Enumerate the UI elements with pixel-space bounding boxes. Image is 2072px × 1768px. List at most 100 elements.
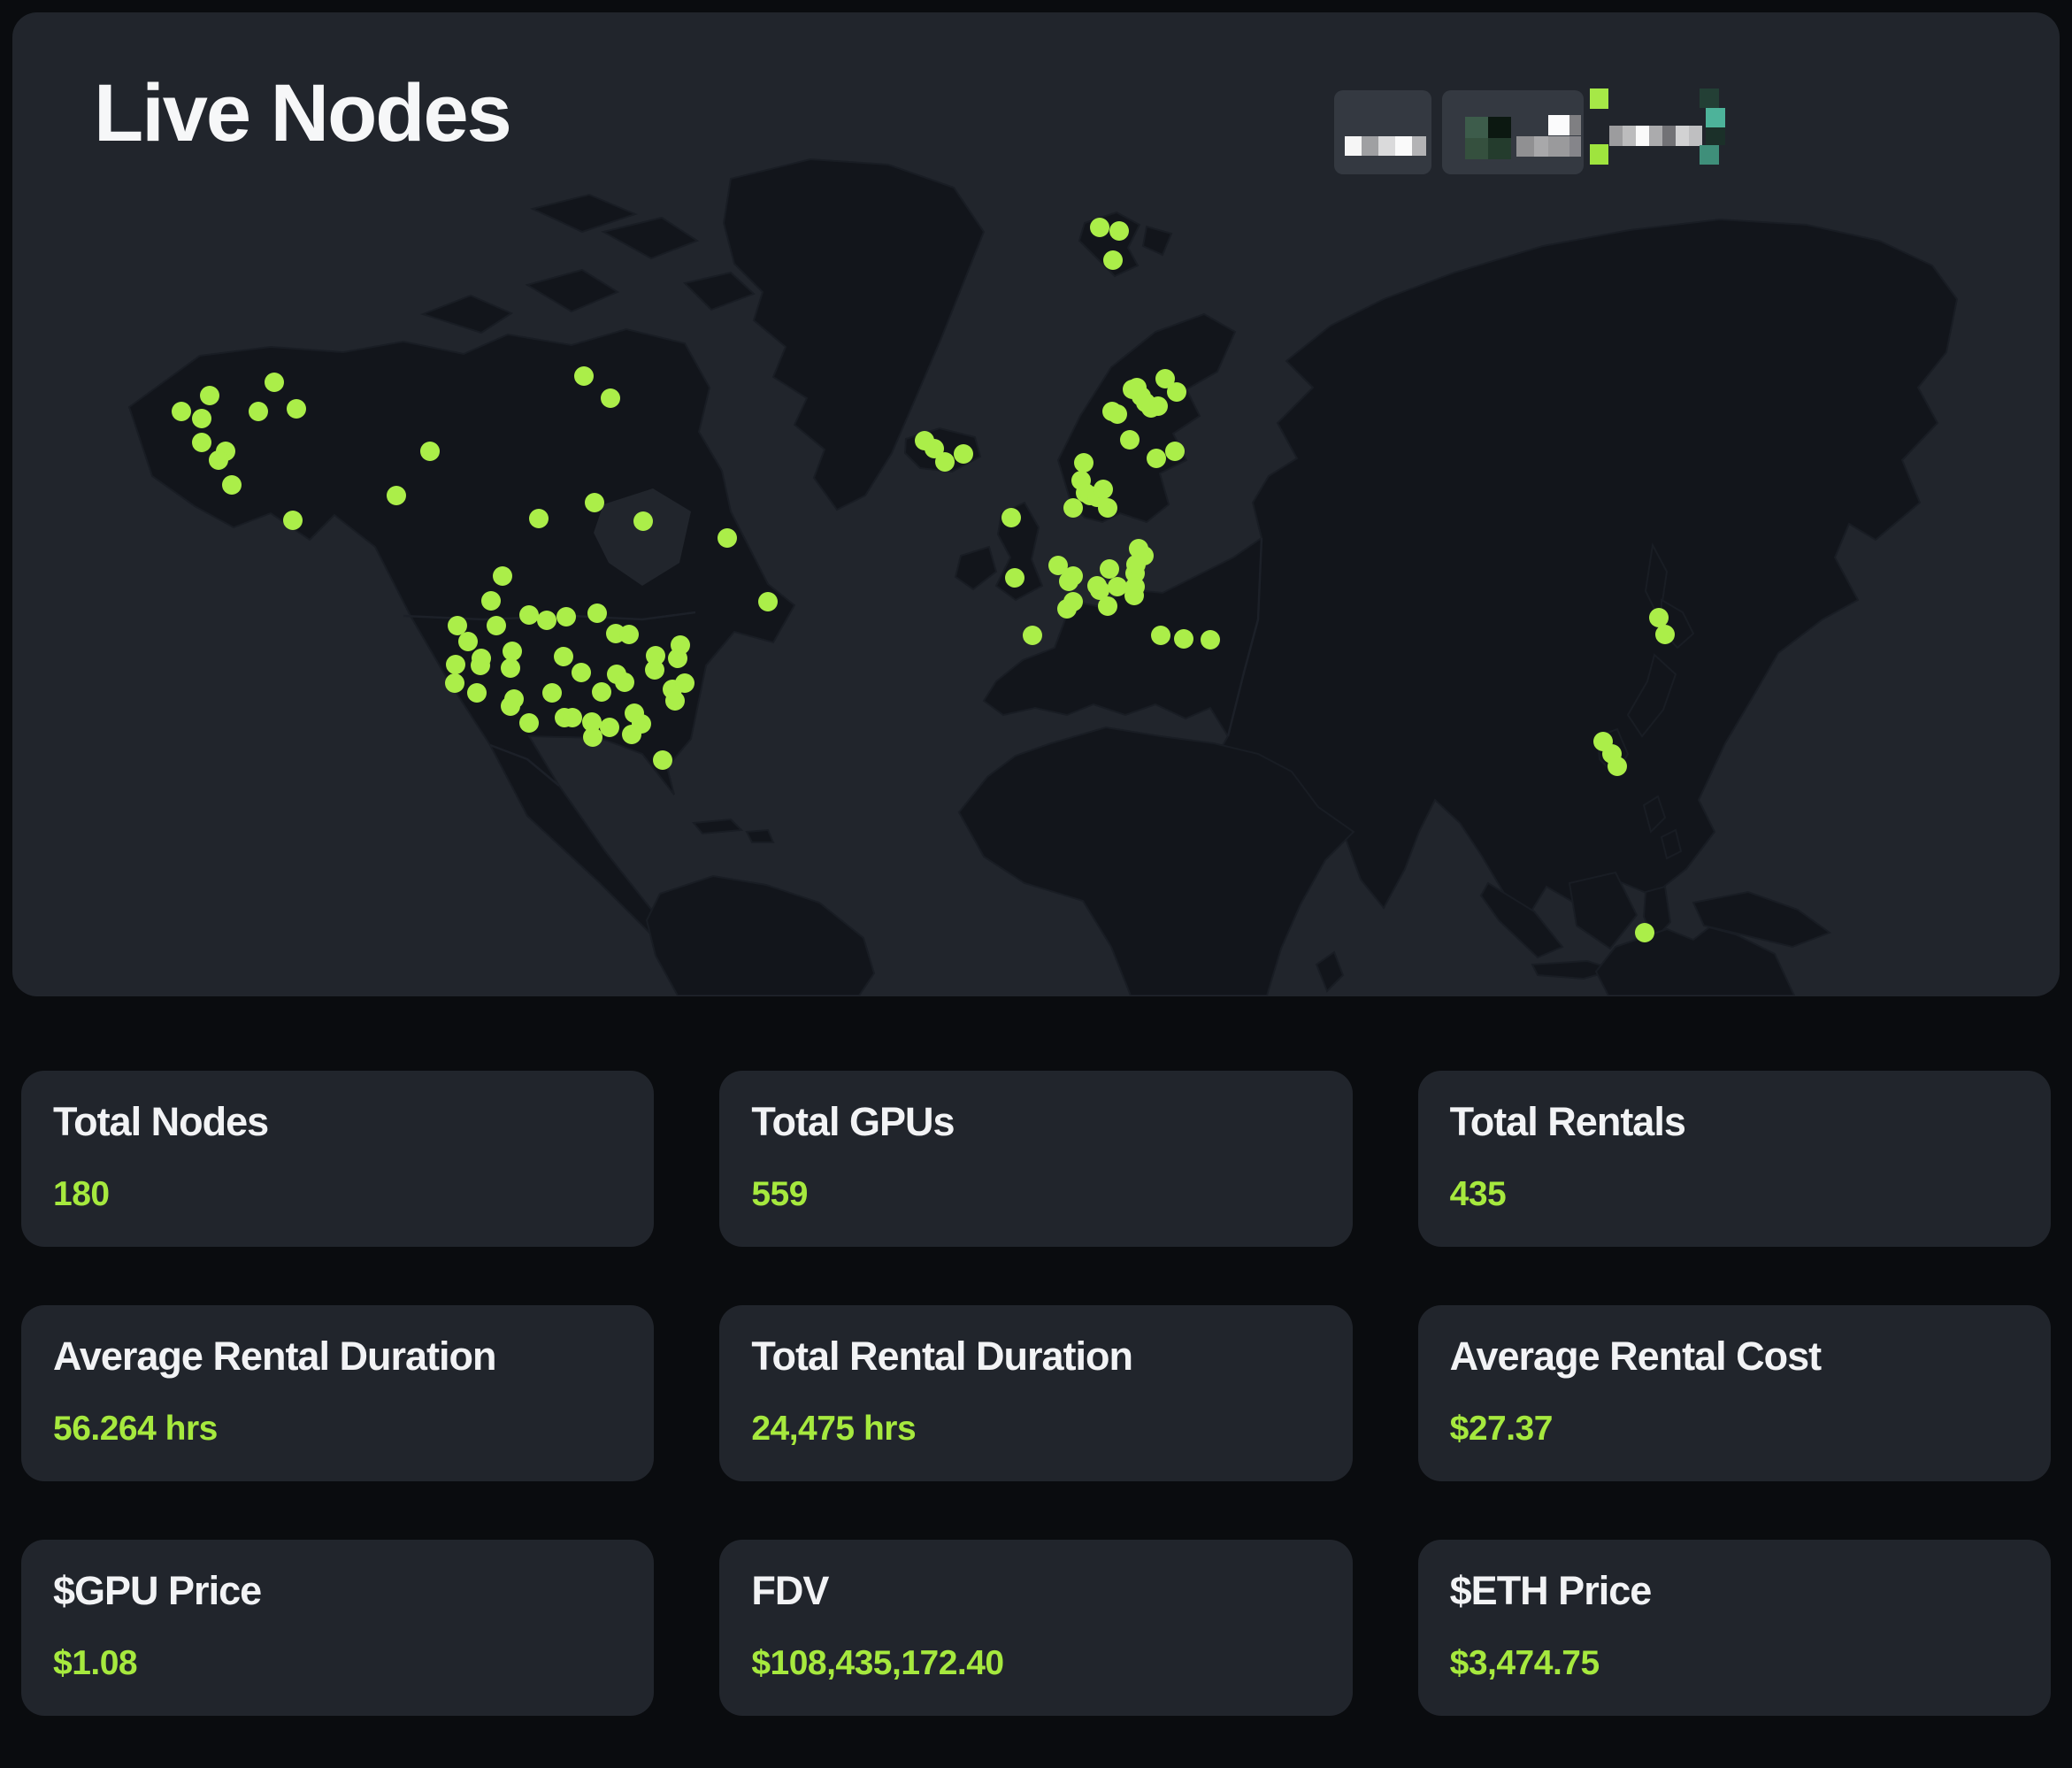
node-dot: [583, 727, 602, 747]
stat-value: 435: [1450, 1175, 2019, 1214]
node-dot: [1074, 453, 1094, 473]
node-dot: [481, 591, 501, 611]
node-dot: [1090, 218, 1109, 237]
stat-label: Average Rental Duration: [53, 1334, 622, 1380]
node-dot: [587, 603, 607, 623]
node-dot: [209, 450, 228, 470]
node-dot: [718, 528, 737, 548]
node-dot: [615, 673, 634, 692]
node-dot: [574, 366, 594, 386]
node-dot: [519, 605, 539, 625]
stat-value: $27.37: [1450, 1410, 2019, 1449]
stat-card-average-rental-duration: Average Rental Duration 56.264 hrs: [21, 1305, 654, 1481]
node-dot: [675, 673, 695, 693]
node-dot: [1098, 596, 1117, 616]
node-dot: [1649, 608, 1669, 627]
node-dot: [445, 673, 464, 693]
node-dot: [192, 409, 211, 428]
stat-label: $GPU Price: [53, 1568, 622, 1614]
node-dot: [1120, 430, 1140, 450]
node-dot: [1094, 480, 1113, 499]
stat-card-average-rental-cost: Average Rental Cost $27.37: [1418, 1305, 2051, 1481]
stat-value: 180: [53, 1175, 622, 1214]
stat-label: Total GPUs: [751, 1099, 1320, 1145]
node-dot: [1098, 498, 1117, 518]
node-dot: [493, 566, 512, 586]
stat-label: Total Rental Duration: [751, 1334, 1320, 1380]
node-dot: [467, 683, 487, 703]
node-dot: [653, 750, 672, 770]
stat-label: Average Rental Cost: [1450, 1334, 2019, 1380]
node-dot: [935, 452, 955, 472]
node-dot: [1165, 442, 1185, 461]
node-dot: [954, 444, 973, 464]
node-dot: [554, 647, 573, 666]
stat-card-total-rentals: Total Rentals 435: [1418, 1071, 2051, 1247]
node-dot: [471, 656, 490, 675]
node-dot: [542, 683, 562, 703]
stat-card-gpu-price: $GPU Price $1.08: [21, 1540, 654, 1716]
stat-card-total-gpus: Total GPUs 559: [719, 1071, 1352, 1247]
stat-card-total-rental-duration: Total Rental Duration 24,475 hrs: [719, 1305, 1352, 1481]
stat-label: Total Nodes: [53, 1099, 622, 1145]
stat-value: 559: [751, 1175, 1320, 1214]
node-dot: [1151, 626, 1170, 645]
node-dot: [529, 509, 549, 528]
node-dot: [222, 475, 242, 495]
node-dot: [1167, 382, 1186, 402]
live-nodes-card: Live Nodes: [12, 12, 2060, 996]
stat-value: $1.08: [53, 1644, 622, 1683]
node-dot: [448, 616, 467, 635]
node-dot: [1608, 757, 1627, 776]
stat-label: Total Rentals: [1450, 1099, 2019, 1145]
node-dot: [501, 696, 520, 716]
node-dot: [592, 682, 611, 702]
node-dot: [519, 713, 539, 733]
node-dot: [563, 708, 582, 727]
node-dot: [645, 660, 664, 680]
node-dot: [668, 649, 687, 668]
node-dot: [1057, 599, 1077, 619]
node-dot: [1108, 404, 1127, 424]
node-dot: [758, 592, 778, 611]
node-dot: [287, 399, 306, 419]
node-dot: [446, 655, 465, 674]
node-dot: [619, 625, 639, 644]
node-dot: [622, 725, 641, 744]
node-dot: [1201, 630, 1220, 650]
node-dot: [1059, 572, 1078, 591]
node-dot: [556, 607, 576, 626]
node-dot: [633, 511, 653, 531]
masked-pixel: [1700, 88, 1719, 108]
node-dot: [572, 663, 591, 682]
stats-grid: Total Nodes 180 Total GPUs 559 Total Ren…: [0, 1071, 2072, 1716]
stat-value: $3,474.75: [1450, 1644, 2019, 1683]
node-dot: [1023, 626, 1042, 645]
node-dot: [249, 402, 268, 421]
stat-label: $ETH Price: [1450, 1568, 2019, 1614]
node-dot: [200, 386, 219, 405]
node-dot: [1141, 398, 1161, 418]
node-dot: [265, 373, 284, 392]
node-dot: [585, 493, 604, 512]
node-dot: [1005, 568, 1024, 588]
masked-pixel: [1590, 88, 1608, 109]
stat-card-fdv: FDV $108,435,172.40: [719, 1540, 1352, 1716]
node-dot: [283, 511, 303, 530]
node-dot: [600, 718, 619, 737]
stat-value: $108,435,172.40: [751, 1644, 1320, 1683]
node-dot: [601, 388, 620, 408]
world-map-svg: [111, 124, 1961, 995]
node-dot: [1127, 378, 1147, 397]
node-dot: [1635, 923, 1654, 942]
node-dot: [1126, 555, 1146, 574]
node-dot: [1001, 508, 1021, 527]
node-dot: [420, 442, 440, 461]
node-dot: [192, 433, 211, 452]
node-dot: [1125, 577, 1145, 596]
node-dot: [537, 611, 556, 630]
stat-value: 24,475 hrs: [751, 1410, 1320, 1449]
stat-label: FDV: [751, 1568, 1320, 1614]
continents: [129, 159, 1957, 995]
node-dot: [501, 658, 520, 678]
